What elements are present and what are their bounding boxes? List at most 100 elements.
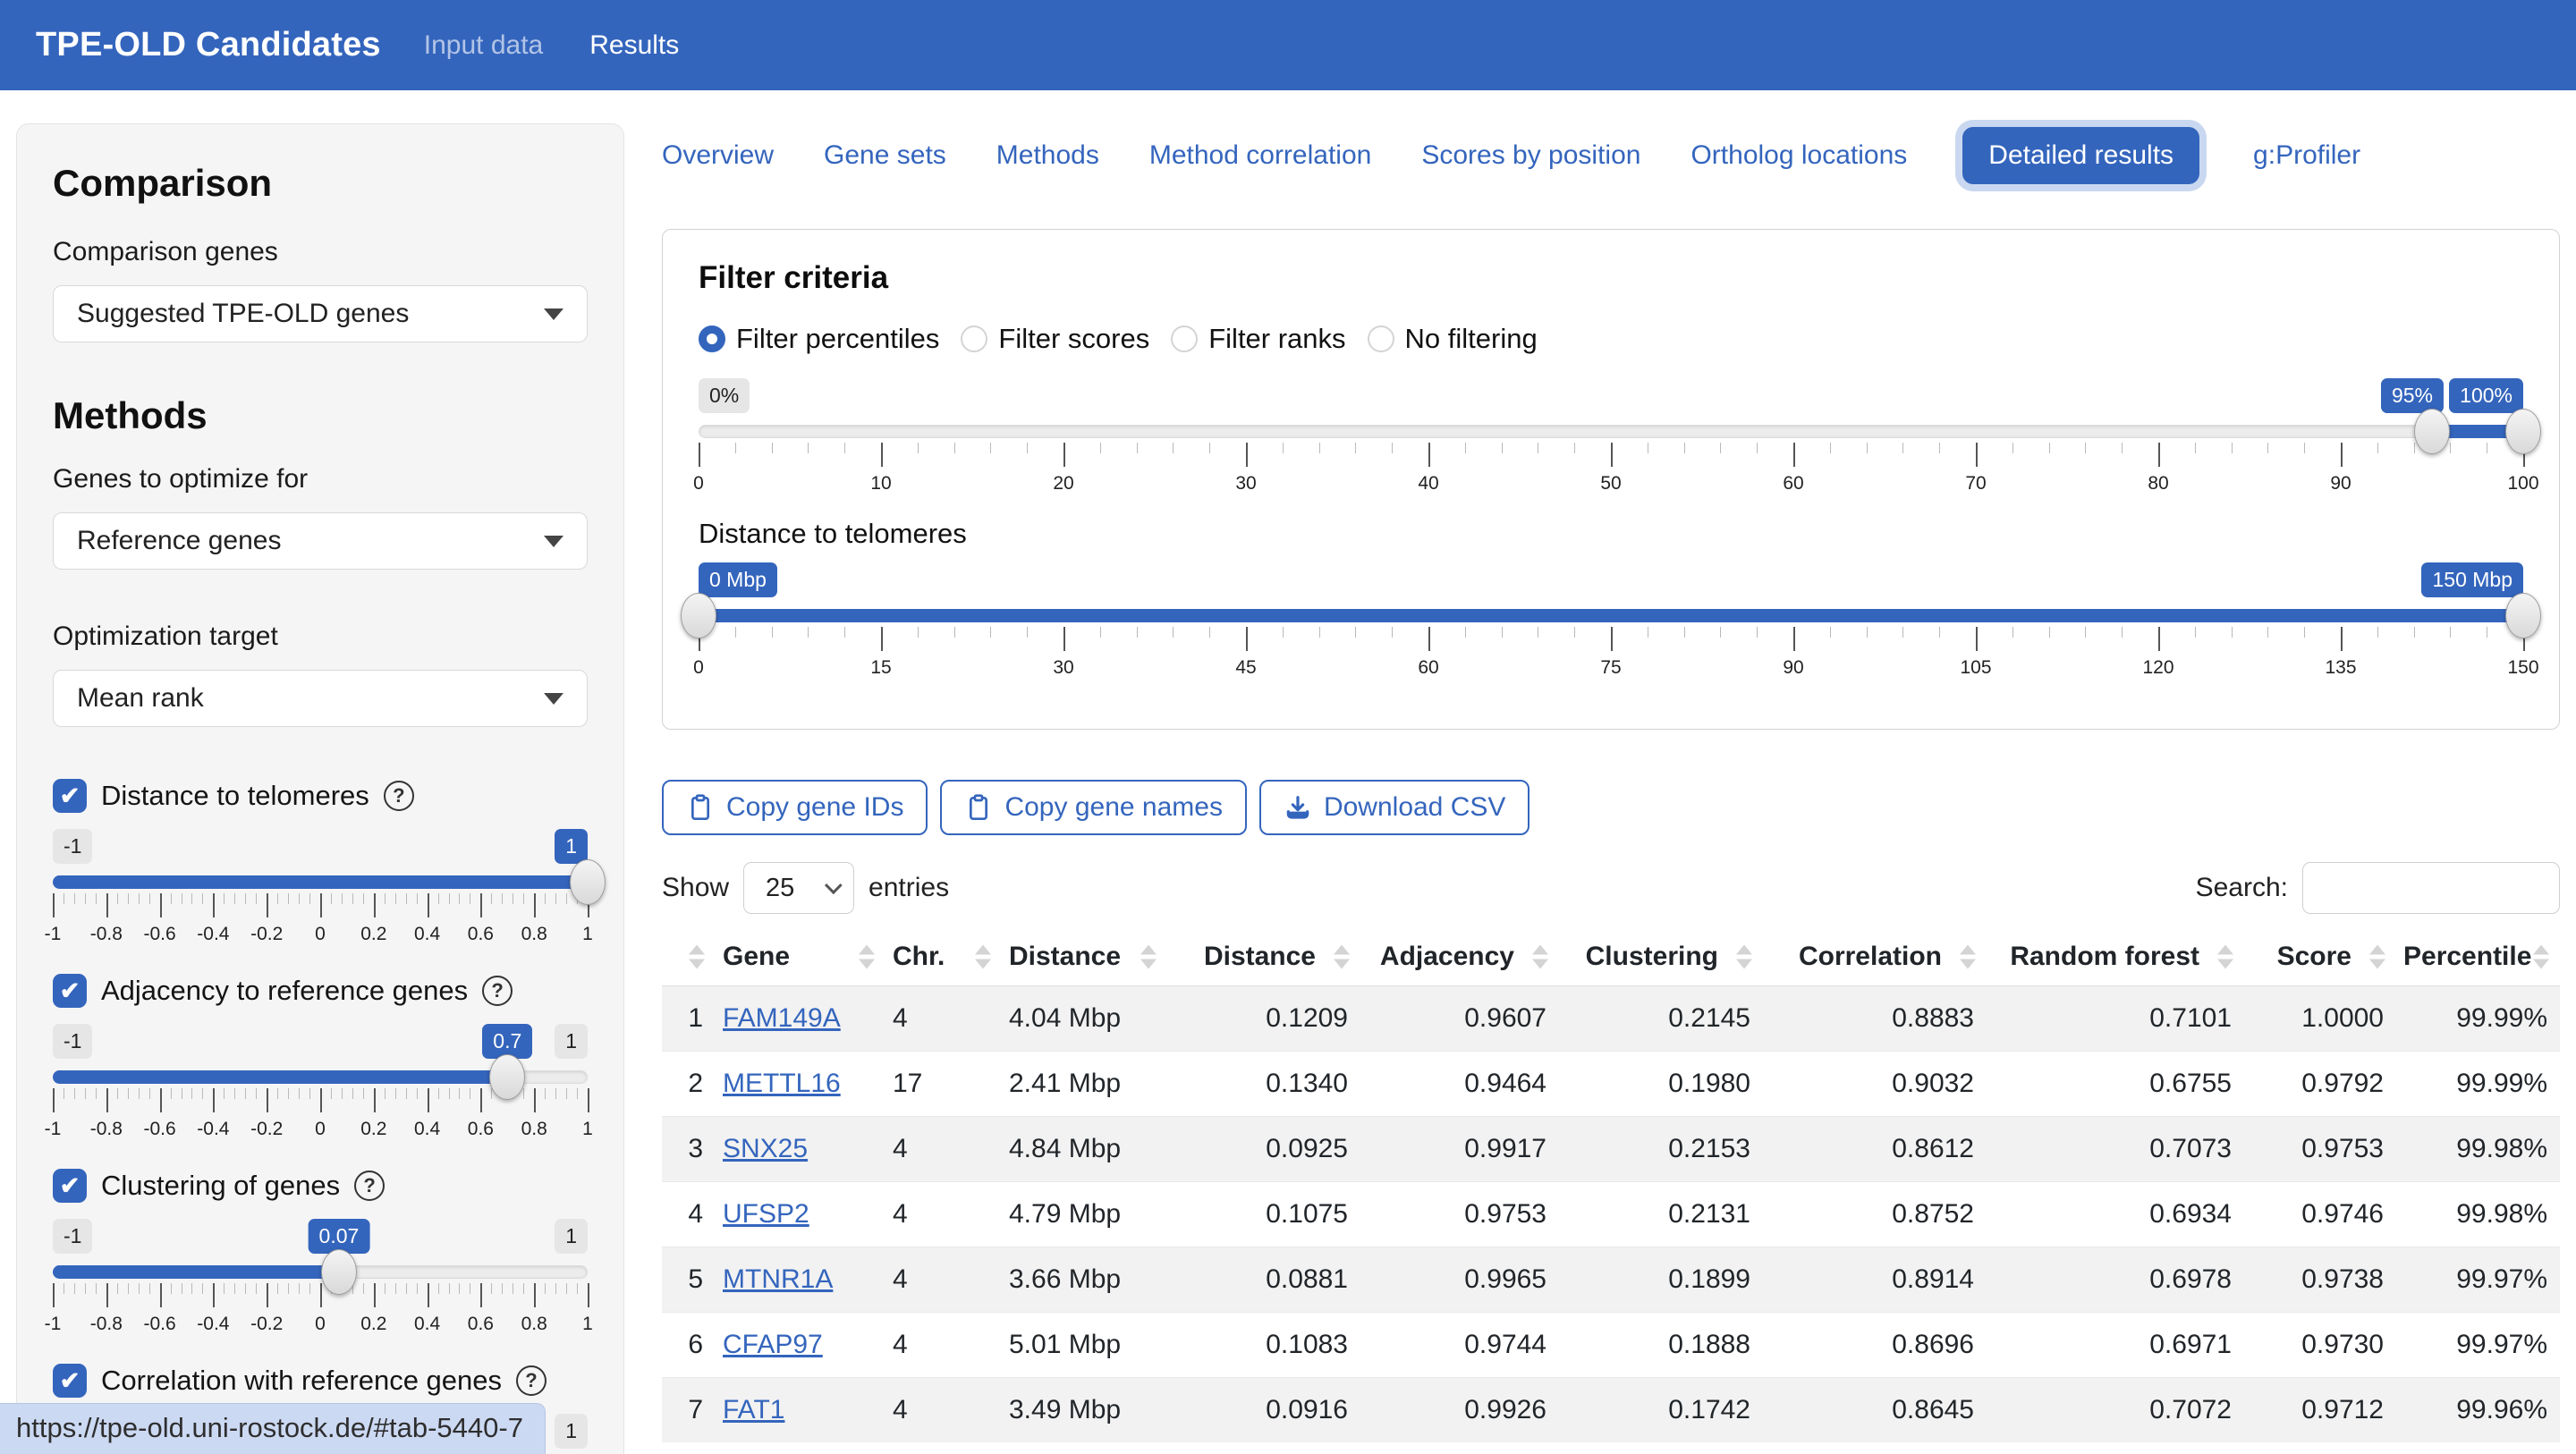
nav-item-input-data[interactable]: Input data	[424, 30, 543, 61]
tab-scores-by-position[interactable]: Scores by position	[1421, 140, 1640, 171]
slider-minor-tick	[202, 1283, 203, 1294]
tab-g-profiler[interactable]: g:Profiler	[2253, 140, 2360, 171]
sort-asc-icon	[2369, 944, 2385, 954]
slider-major-tick	[480, 1283, 482, 1307]
cell-score: 0.9792	[2244, 1051, 2396, 1116]
slider-value-badge: 0 Mbp	[699, 562, 777, 597]
search-input[interactable]	[2302, 862, 2560, 914]
gene-link[interactable]: FAT1	[723, 1395, 784, 1424]
slider-minor-tick	[844, 443, 845, 453]
checkbox-checked[interactable]: ✔	[53, 1364, 87, 1398]
tab-detailed-results[interactable]: Detailed results	[1962, 127, 2199, 184]
slider-minor-tick	[191, 893, 192, 904]
cell-percentile: 99.99%	[2396, 1051, 2560, 1116]
slider-handle[interactable]	[489, 1054, 525, 1100]
gene-link[interactable]: UFSP2	[723, 1199, 809, 1229]
slider-handle[interactable]	[2505, 593, 2541, 638]
slider-major-tick	[534, 893, 536, 917]
slider-minor-tick	[1867, 627, 1868, 638]
copy-gene-names-button[interactable]: Copy gene names	[940, 780, 1247, 835]
sort-asc-icon	[975, 944, 991, 954]
cell-percentile: 99.98%	[2396, 1116, 2560, 1181]
radio-filter-percentiles[interactable]: Filter percentiles	[699, 323, 939, 355]
nav-item-results[interactable]: Results	[589, 30, 679, 61]
slider-minor-tick	[417, 1283, 418, 1294]
radio-filter-scores[interactable]: Filter scores	[961, 323, 1149, 355]
column-header-rank[interactable]	[662, 928, 716, 985]
slider-minor-tick	[256, 893, 257, 904]
slider-handle[interactable]	[570, 859, 606, 905]
help-icon[interactable]: ?	[482, 976, 513, 1006]
genes-to-optimize-select[interactable]: Reference genes	[53, 512, 588, 570]
slider-minor-tick	[1902, 627, 1903, 638]
filter-criteria-heading: Filter criteria	[699, 260, 2523, 296]
column-header-correlation[interactable]: Correlation	[1763, 928, 1987, 985]
cell-rank: 1	[662, 985, 716, 1051]
column-header-chr[interactable]: Chr.	[886, 928, 1002, 985]
column-header-adjacency[interactable]: Adjacency	[1360, 928, 1559, 985]
copy-gene-ids-button[interactable]: Copy gene IDs	[662, 780, 928, 835]
slider-handle[interactable]	[2505, 409, 2541, 454]
slider-tick-label: 20	[1053, 473, 1073, 495]
cell-chr: 4	[886, 1116, 1002, 1181]
slider-major-tick	[160, 1088, 162, 1112]
check-icon: ✔	[60, 1369, 80, 1393]
help-icon[interactable]: ?	[354, 1171, 385, 1201]
checkbox-checked[interactable]: ✔	[53, 779, 87, 813]
column-header-gene[interactable]: Gene	[716, 928, 886, 985]
sort-icon	[689, 944, 705, 968]
gene-link[interactable]: SNX25	[723, 1134, 808, 1163]
table-controls: Show 25 entries Search:	[662, 862, 2560, 914]
slider-minor-tick	[2450, 443, 2451, 453]
slider-minor-tick	[363, 893, 364, 904]
gene-link[interactable]: MTNR1A	[723, 1264, 833, 1294]
column-header-score[interactable]: Score	[2244, 928, 2396, 985]
slider-minor-tick	[772, 443, 773, 453]
gene-link[interactable]: FAM149A	[723, 1003, 841, 1033]
slider-minor-tick	[735, 627, 736, 638]
column-header-label: Correlation	[1799, 942, 1942, 971]
sort-icon	[1334, 944, 1350, 968]
slider-minor-tick	[256, 1283, 257, 1294]
slider-handle[interactable]	[321, 1249, 357, 1295]
slider-tick-label: 105	[1960, 657, 1991, 679]
gene-link[interactable]: METTL16	[723, 1069, 841, 1098]
column-header-distance_mbp[interactable]: Distance	[1002, 928, 1167, 985]
tab-overview[interactable]: Overview	[662, 140, 774, 171]
slider-minor-tick	[149, 893, 150, 904]
slider-minor-tick	[363, 1088, 364, 1099]
column-header-random_forest[interactable]: Random forest	[1987, 928, 2244, 985]
tab-gene-sets[interactable]: Gene sets	[824, 140, 946, 171]
slider-handle[interactable]	[681, 593, 716, 638]
help-icon[interactable]: ?	[516, 1365, 547, 1396]
optimize-label: Genes to optimize for	[53, 464, 588, 495]
tab-method-correlation[interactable]: Method correlation	[1149, 140, 1371, 171]
checkbox-checked[interactable]: ✔	[53, 974, 87, 1008]
slider-minor-tick	[1355, 443, 1356, 453]
gene-link[interactable]: CFAP97	[723, 1330, 823, 1359]
download-csv-button[interactable]: Download CSV	[1259, 780, 1530, 835]
radio-filter-ranks[interactable]: Filter ranks	[1171, 323, 1345, 355]
help-icon[interactable]: ?	[384, 781, 414, 811]
slider-fill	[53, 1265, 339, 1279]
tab-ortholog-locations[interactable]: Ortholog locations	[1690, 140, 1907, 171]
cell-rank: 7	[662, 1377, 716, 1442]
slider-minor-tick	[352, 893, 353, 904]
slider-minor-tick	[417, 1088, 418, 1099]
column-header-clustering[interactable]: Clustering	[1559, 928, 1763, 985]
cell-clustering: 0.2131	[1559, 1181, 1763, 1247]
radio-no-filtering[interactable]: No filtering	[1368, 323, 1538, 355]
tab-methods[interactable]: Methods	[996, 140, 1099, 171]
checkbox-checked[interactable]: ✔	[53, 1169, 87, 1203]
optimization-target-select[interactable]: Mean rank	[53, 670, 588, 727]
page-size-select[interactable]: 25	[743, 862, 854, 914]
column-header-percentile[interactable]: Percentile	[2396, 928, 2560, 985]
slider-limit-badge: -1	[53, 829, 92, 864]
slider-grid	[699, 443, 2523, 473]
comparison-genes-select[interactable]: Suggested TPE-OLD genes	[53, 285, 588, 342]
slider-track[interactable]	[699, 425, 2523, 438]
slider-limit-badge: -1	[53, 1219, 92, 1254]
radio-circle-icon	[1171, 325, 1198, 352]
column-header-distance[interactable]: Distance	[1167, 928, 1360, 985]
slider-handle[interactable]	[2414, 409, 2450, 454]
